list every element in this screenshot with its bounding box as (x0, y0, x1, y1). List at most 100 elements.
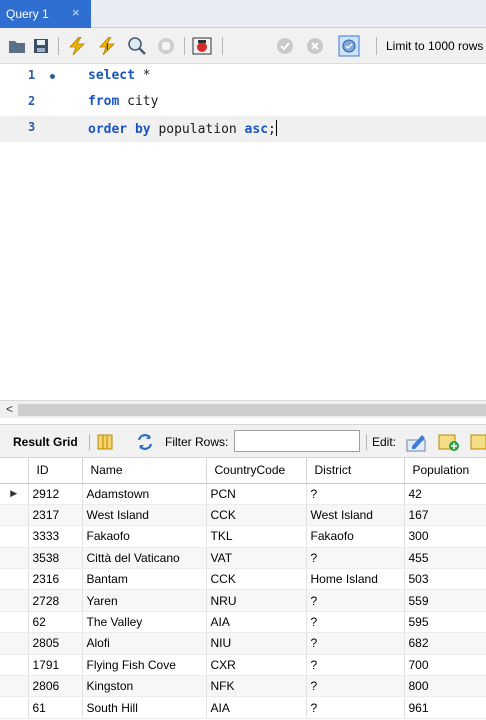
table-row[interactable]: 2317 West Island CCK West Island 167 (0, 504, 486, 527)
limit-rows-select[interactable]: Limit to 1000 rows (386, 39, 483, 53)
cell-name[interactable]: Flying Fish Cove (82, 654, 207, 677)
cell-name[interactable]: Bantam (82, 568, 207, 591)
cell-id[interactable]: 2806 (28, 675, 83, 698)
table-row[interactable]: 1791 Flying Fish Cove CXR? 700 (0, 654, 486, 677)
cell-population[interactable]: 682 (404, 632, 486, 655)
cell-population[interactable]: 800 (404, 675, 486, 698)
autocommit-icon[interactable] (338, 35, 360, 57)
delete-row-icon[interactable] (470, 432, 486, 452)
cell-countrycode[interactable]: NIU (206, 632, 307, 655)
cell-name[interactable]: Yaren (82, 589, 207, 612)
cell-countrycode[interactable]: CCK (206, 568, 307, 591)
cell-population[interactable]: 503 (404, 568, 486, 591)
cell-district[interactable]: ? (306, 547, 405, 570)
cell-id[interactable]: 3333 (28, 525, 83, 548)
cell-name[interactable]: South Hill (82, 696, 207, 719)
row-marker[interactable] (0, 611, 29, 634)
cell-population[interactable]: 595 (404, 611, 486, 634)
cell-district[interactable]: Fakaofo (306, 525, 405, 548)
scroll-left-icon[interactable]: < (6, 402, 13, 416)
cell-district[interactable]: ? (306, 483, 405, 505)
cell-countrycode[interactable]: TKL (206, 525, 307, 548)
row-marker[interactable] (0, 568, 29, 591)
row-marker[interactable] (0, 632, 29, 655)
cell-name[interactable]: Alofi (82, 632, 207, 655)
cell-population[interactable]: 700 (404, 654, 486, 677)
cell-countrycode[interactable]: AIA (206, 696, 307, 719)
cell-population[interactable]: 455 (404, 547, 486, 570)
cell-population[interactable]: 42 (404, 483, 486, 505)
execute-lightning-icon[interactable] (66, 37, 88, 55)
table-row[interactable]: 2728 Yaren NRU? 559 (0, 589, 486, 612)
edit-row-icon[interactable] (406, 432, 428, 452)
cell-id[interactable]: 2912 (28, 483, 83, 505)
cell-id[interactable]: 3538 (28, 547, 83, 570)
cell-id[interactable]: 2317 (28, 504, 83, 527)
table-row[interactable]: 3538 Città del Vaticano VAT? 455 (0, 547, 486, 570)
filter-rows-input[interactable] (234, 430, 360, 452)
table-row[interactable]: 2806 Kingston NFK? 800 (0, 675, 486, 698)
cell-countrycode[interactable]: NRU (206, 589, 307, 612)
cell-countrycode[interactable]: VAT (206, 547, 307, 570)
column-header-name[interactable]: Name (82, 458, 207, 484)
tab-query-1[interactable]: Query 1 × (0, 0, 91, 28)
row-marker[interactable] (0, 654, 29, 677)
table-row[interactable]: 3333 Fakaofo TKL Fakaofo 300 (0, 525, 486, 548)
cell-district[interactable]: ? (306, 654, 405, 677)
sql-editor[interactable]: 1 select * 2 from city 3 order by popula… (0, 64, 486, 400)
row-marker[interactable] (0, 696, 29, 719)
cell-district[interactable]: ? (306, 675, 405, 698)
stop-hand-icon[interactable] (156, 37, 178, 55)
cell-district[interactable]: ? (306, 632, 405, 655)
table-row[interactable]: 61 South Hill AIA? 961 (0, 696, 486, 719)
row-marker[interactable] (0, 525, 29, 548)
column-header-population[interactable]: Population (404, 458, 486, 484)
cell-district[interactable]: ? (306, 589, 405, 612)
table-row[interactable]: 62 The Valley AIA? 595 (0, 611, 486, 634)
cell-district[interactable]: West Island (306, 504, 405, 527)
row-marker[interactable] (0, 504, 29, 527)
toggle-error-icon[interactable] (192, 37, 214, 55)
row-marker[interactable] (0, 589, 29, 612)
cell-district[interactable]: ? (306, 611, 405, 634)
cell-id[interactable]: 61 (28, 696, 83, 719)
table-row[interactable]: ▶ 2912 Adamstown PCN? 42 (0, 483, 486, 505)
cell-countrycode[interactable]: CCK (206, 504, 307, 527)
save-icon[interactable] (32, 37, 50, 55)
cell-population[interactable]: 559 (404, 589, 486, 612)
cell-id[interactable]: 2805 (28, 632, 83, 655)
selected-row-icon[interactable]: ▶ (0, 483, 29, 505)
cell-id[interactable]: 62 (28, 611, 83, 634)
column-header-id[interactable]: ID (28, 458, 83, 484)
add-row-icon[interactable] (438, 432, 460, 452)
execute-current-icon[interactable]: I (96, 37, 118, 55)
cell-id[interactable]: 2316 (28, 568, 83, 591)
row-marker[interactable] (0, 547, 29, 570)
cell-countrycode[interactable]: NFK (206, 675, 307, 698)
cell-population[interactable]: 961 (404, 696, 486, 719)
cell-id[interactable]: 1791 (28, 654, 83, 677)
cell-population[interactable]: 167 (404, 504, 486, 527)
cell-name[interactable]: Adamstown (82, 483, 207, 505)
result-grid[interactable]: ID Name CountryCode District Population … (0, 458, 486, 720)
grid-layout-icon[interactable] (97, 434, 113, 450)
cell-name[interactable]: Fakaofo (82, 525, 207, 548)
table-row[interactable]: 2316 Bantam CCK Home Island 503 (0, 568, 486, 591)
cell-district[interactable]: ? (306, 696, 405, 719)
cell-countrycode[interactable]: PCN (206, 483, 307, 505)
cell-name[interactable]: Città del Vaticano (82, 547, 207, 570)
refresh-icon[interactable] (136, 434, 154, 450)
close-icon[interactable]: × (72, 5, 80, 20)
rollback-x-icon[interactable] (306, 37, 324, 55)
cell-name[interactable]: The Valley (82, 611, 207, 634)
commit-check-icon[interactable] (276, 37, 294, 55)
cell-name[interactable]: West Island (82, 504, 207, 527)
row-marker[interactable] (0, 675, 29, 698)
explain-magnifier-icon[interactable] (126, 37, 148, 55)
open-folder-icon[interactable] (8, 37, 26, 55)
editor-horizontal-scrollbar[interactable]: < (0, 400, 486, 418)
cell-id[interactable]: 2728 (28, 589, 83, 612)
scrollbar-thumb[interactable] (18, 404, 486, 416)
column-header-countrycode[interactable]: CountryCode (206, 458, 307, 484)
cell-countrycode[interactable]: AIA (206, 611, 307, 634)
